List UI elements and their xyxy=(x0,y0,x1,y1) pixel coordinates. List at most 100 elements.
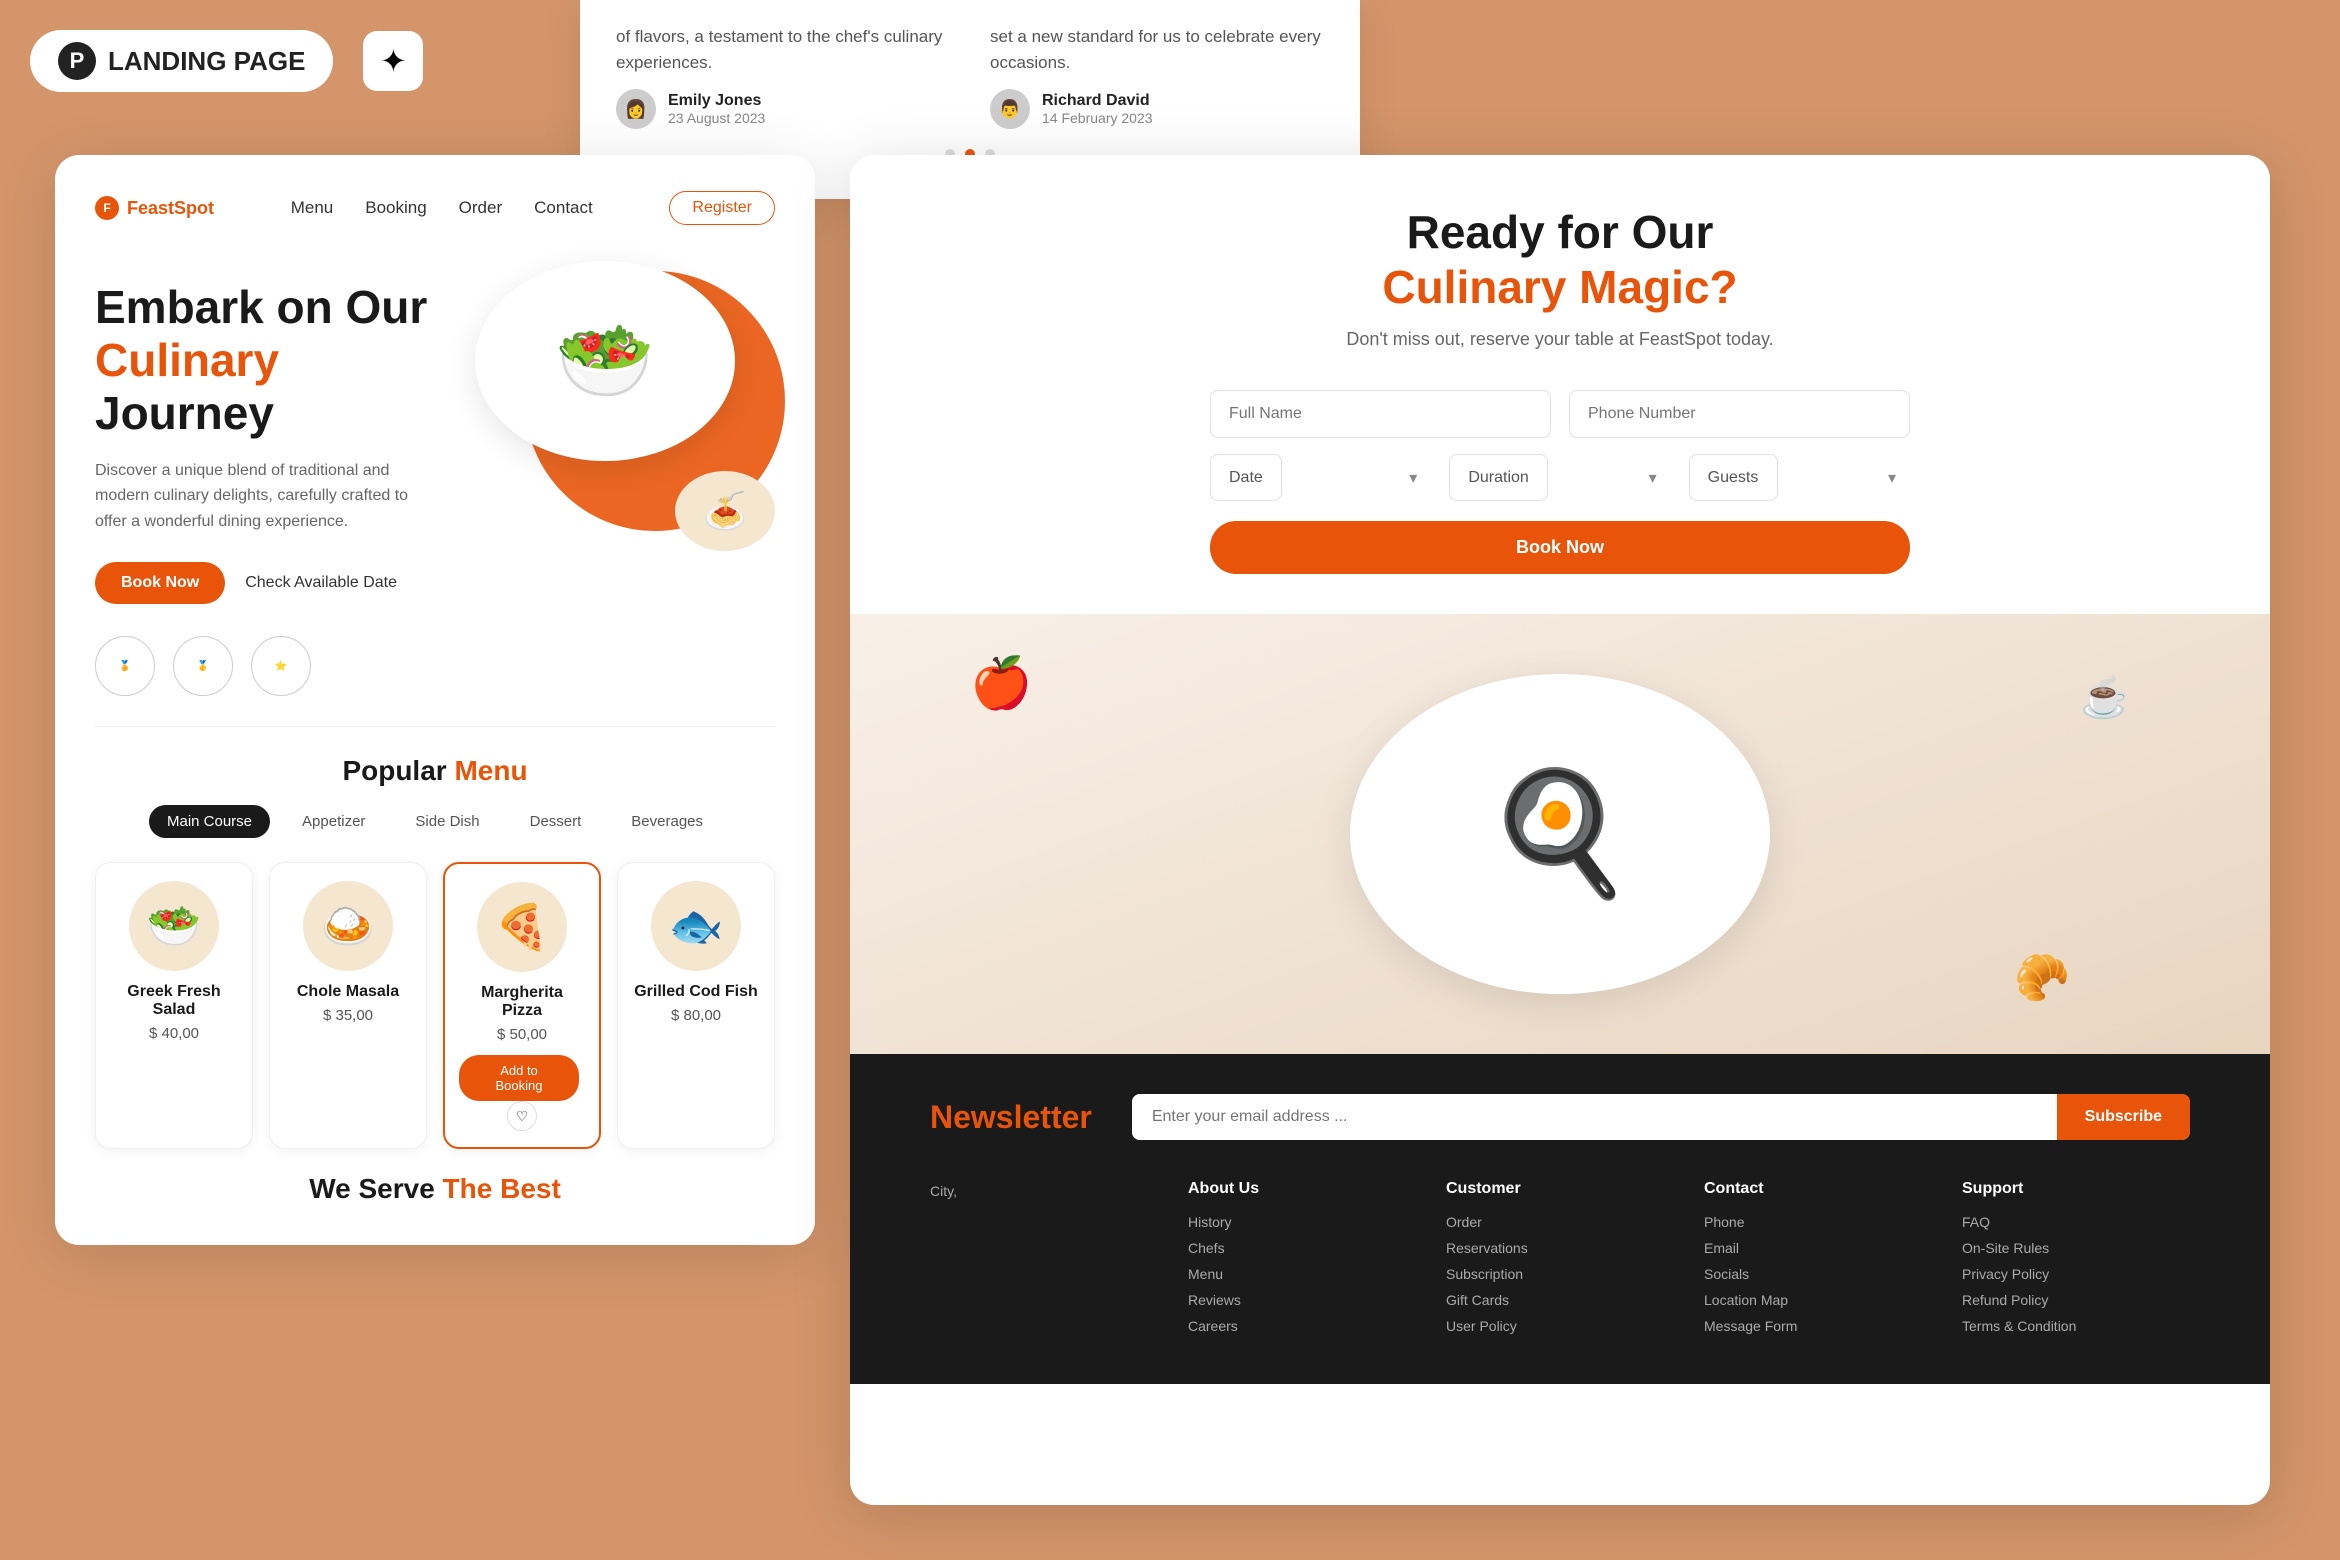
footer-link-refund-policy[interactable]: Refund Policy xyxy=(1962,1292,2190,1308)
book-now-lg-button[interactable]: Book Now xyxy=(1210,521,1910,574)
guests-select[interactable]: Guests xyxy=(1689,454,1778,501)
nav-menu[interactable]: Menu xyxy=(291,198,334,218)
heart-button[interactable]: ♡ xyxy=(507,1101,537,1131)
newsletter-input-area: Subscribe xyxy=(1132,1094,2190,1140)
nav-booking[interactable]: Booking xyxy=(365,198,426,218)
date-select[interactable]: Date xyxy=(1210,454,1282,501)
hero-image-area: 🥗 🍝 xyxy=(465,261,775,561)
popular-menu-title: Popular Menu xyxy=(95,755,775,787)
food-price-cod: $ 80,00 xyxy=(632,1007,760,1024)
footer-link-menu[interactable]: Menu xyxy=(1188,1266,1416,1282)
footer-link-location-map[interactable]: Location Map xyxy=(1704,1292,1932,1308)
newsletter-email-input[interactable] xyxy=(1132,1094,2057,1140)
food-img-masala: 🍛 xyxy=(303,881,393,971)
footer-link-chefs[interactable]: Chefs xyxy=(1188,1240,1416,1256)
top-bar: P LANDING PAGE ✦ xyxy=(30,30,423,92)
nav-order[interactable]: Order xyxy=(459,198,502,218)
nav-links: Menu Booking Order Contact xyxy=(291,198,593,218)
date-wrapper: Date xyxy=(1210,454,1431,501)
hero-section: Embark on Our Culinary Journey Discover … xyxy=(95,261,775,696)
footer-link-faq[interactable]: FAQ xyxy=(1962,1214,2190,1230)
form-row-2: Date Duration Guests xyxy=(1210,454,1910,501)
footer-link-email[interactable]: Email xyxy=(1704,1240,1932,1256)
review-item-1: of flavors, a testament to the chef's cu… xyxy=(616,24,950,129)
culinary-subtitle: Don't miss out, reserve your table at Fe… xyxy=(930,329,2190,350)
footer-col-address: City, xyxy=(930,1180,1158,1344)
food-items-around: 🍎 xyxy=(970,654,1032,713)
menu-card-salad: 🥗 Greek Fresh Salad $ 40,00 xyxy=(95,862,253,1149)
dark-footer: Newsletter Subscribe xyxy=(850,1054,2270,1180)
hero-title: Embark on Our Culinary Journey xyxy=(95,281,445,440)
tab-side-dish[interactable]: Side Dish xyxy=(397,805,497,838)
food-photo-area: 🍳 🍎 ☕ 🥐 xyxy=(850,614,2270,1054)
bottom-teaser: We Serve The Best xyxy=(95,1173,775,1205)
food-name-salad: Greek Fresh Salad xyxy=(110,983,238,1019)
footer-link-reviews[interactable]: Reviews xyxy=(1188,1292,1416,1308)
menu-card-pizza: 🍕 Margherita Pizza $ 50,00 Add to Bookin… xyxy=(443,862,601,1149)
food-item-coffee: ☕ xyxy=(2080,674,2130,721)
full-name-input[interactable] xyxy=(1210,390,1551,438)
tab-dessert[interactable]: Dessert xyxy=(512,805,600,838)
duration-wrapper: Duration xyxy=(1449,454,1670,501)
logo-p-icon: P xyxy=(58,42,96,80)
phone-input[interactable] xyxy=(1569,390,1910,438)
plate-visual: 🍳 xyxy=(1350,674,1770,994)
form-row-1 xyxy=(1210,390,1910,438)
tab-appetizer[interactable]: Appetizer xyxy=(284,805,383,838)
book-now-button[interactable]: Book Now xyxy=(95,562,225,604)
navbar: F FeastSpot Menu Booking Order Contact R… xyxy=(95,191,775,225)
review-text-2: set a new standard for us to celebrate e… xyxy=(990,24,1324,75)
duration-select[interactable]: Duration xyxy=(1449,454,1548,501)
hero-description: Discover a unique blend of traditional a… xyxy=(95,458,435,535)
menu-card-masala: 🍛 Chole Masala $ 35,00 xyxy=(269,862,427,1149)
footer-link-gift-cards[interactable]: Gift Cards xyxy=(1446,1292,1674,1308)
footer-col-contact-title: Contact xyxy=(1704,1180,1932,1198)
check-date-button[interactable]: Check Available Date xyxy=(245,574,397,592)
newsletter-section: Newsletter Subscribe xyxy=(930,1094,2190,1140)
footer-link-history[interactable]: History xyxy=(1188,1214,1416,1230)
footer-link-privacy-policy[interactable]: Privacy Policy xyxy=(1962,1266,2190,1282)
nav-contact[interactable]: Contact xyxy=(534,198,593,218)
review-item-2: set a new standard for us to celebrate e… xyxy=(990,24,1324,129)
hero-awards: 🏅 🥇 ⭐ xyxy=(95,636,445,696)
footer-link-user-policy[interactable]: User Policy xyxy=(1446,1318,1674,1334)
avatar-1: 👩 xyxy=(616,89,656,129)
menu-grid: 🥗 Greek Fresh Salad $ 40,00 🍛 Chole Masa… xyxy=(95,862,775,1149)
footer-link-subscription[interactable]: Subscription xyxy=(1446,1266,1674,1282)
author-name-1: Emily Jones xyxy=(668,92,765,110)
author-name-2: Richard David xyxy=(1042,92,1153,110)
footer-link-order[interactable]: Order xyxy=(1446,1214,1674,1230)
newsletter-title: Newsletter xyxy=(930,1099,1092,1136)
tab-beverages[interactable]: Beverages xyxy=(613,805,721,838)
footer-links: City, About Us History Chefs Menu Review… xyxy=(850,1180,2270,1384)
food-price-salad: $ 40,00 xyxy=(110,1025,238,1042)
footer-link-socials[interactable]: Socials xyxy=(1704,1266,1932,1282)
culinary-section: Ready for Our Culinary Magic? Don't miss… xyxy=(850,155,2270,614)
booking-form: Date Duration Guests Book Now xyxy=(1210,390,1910,574)
register-button[interactable]: Register xyxy=(669,191,775,225)
footer-col-customer-title: Customer xyxy=(1446,1180,1674,1198)
footer-link-message-form[interactable]: Message Form xyxy=(1704,1318,1932,1334)
author-date-1: 23 August 2023 xyxy=(668,110,765,126)
main-card: F FeastSpot Menu Booking Order Contact R… xyxy=(55,155,815,1245)
footer-col-support-title: Support xyxy=(1962,1180,2190,1198)
footer-link-reservations[interactable]: Reservations xyxy=(1446,1240,1674,1256)
tab-main-course[interactable]: Main Course xyxy=(149,805,270,838)
nav-logo-text: FeastSpot xyxy=(127,198,214,219)
menu-tabs: Main Course Appetizer Side Dish Dessert … xyxy=(95,805,775,838)
footer-link-careers[interactable]: Careers xyxy=(1188,1318,1416,1334)
food-img-salad: 🥗 xyxy=(129,881,219,971)
food-item-bread: 🥐 xyxy=(2014,951,2070,1004)
landing-badge: P LANDING PAGE xyxy=(30,30,333,92)
footer-col-customer: Customer Order Reservations Subscription… xyxy=(1446,1180,1674,1344)
add-to-booking-button[interactable]: Add to Booking xyxy=(459,1055,579,1101)
hero-pasta: 🍝 xyxy=(675,471,775,551)
subscribe-button[interactable]: Subscribe xyxy=(2057,1094,2190,1140)
footer-link-onsite-rules[interactable]: On-Site Rules xyxy=(1962,1240,2190,1256)
figma-badge[interactable]: ✦ xyxy=(363,31,423,91)
nav-logo: F FeastSpot xyxy=(95,196,214,220)
culinary-title: Ready for Our Culinary Magic? xyxy=(930,205,2190,315)
footer-link-terms-condition[interactable]: Terms & Condition xyxy=(1962,1318,2190,1334)
award-hype: ⭐ xyxy=(251,636,311,696)
footer-link-phone[interactable]: Phone xyxy=(1704,1214,1932,1230)
